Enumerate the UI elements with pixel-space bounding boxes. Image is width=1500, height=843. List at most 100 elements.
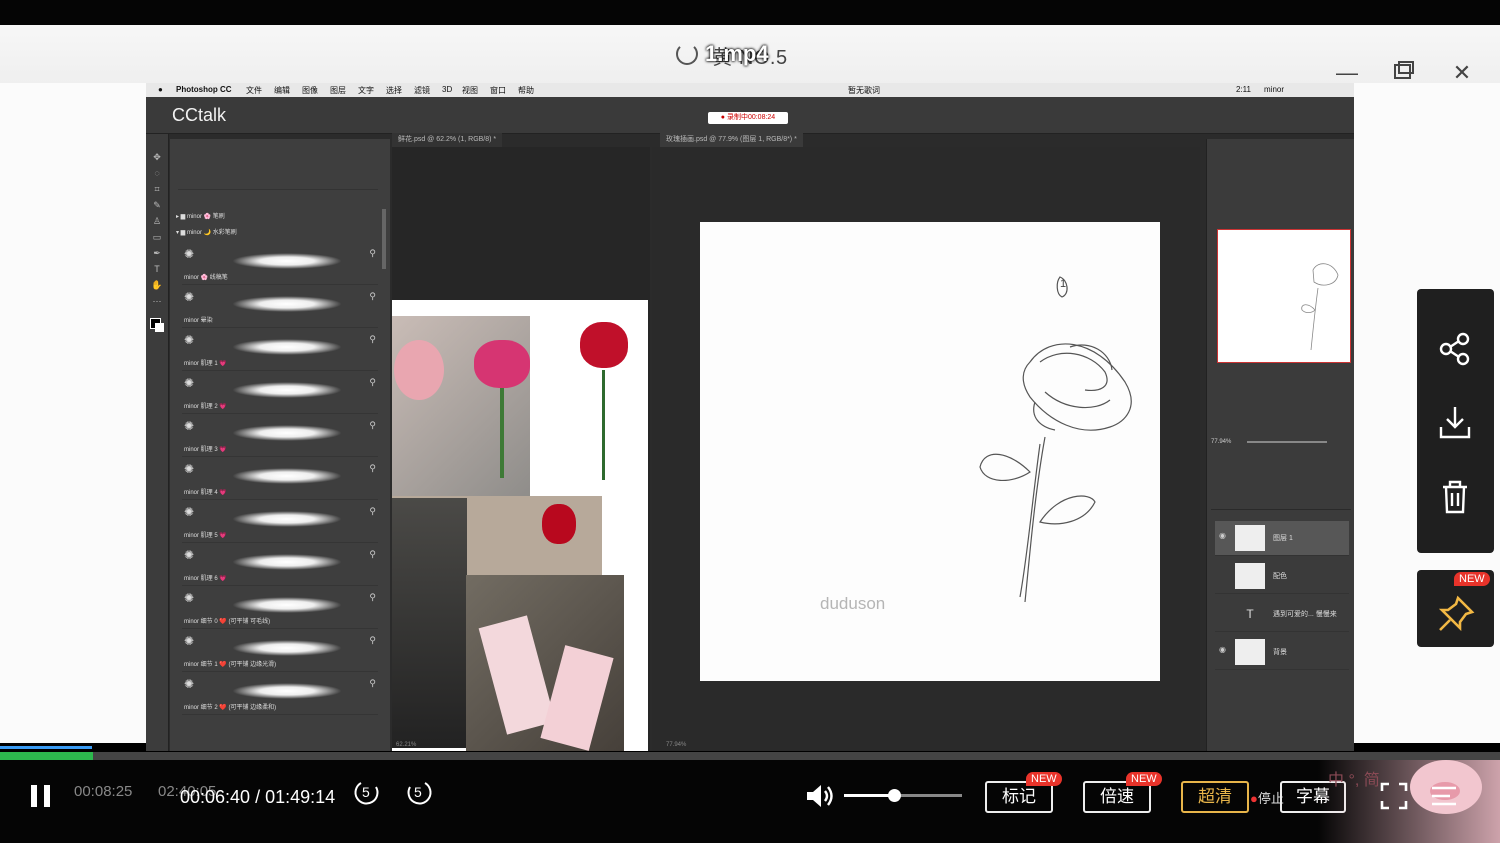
layer-name: 图层 1	[1273, 535, 1293, 542]
speed-label: 倍速	[1100, 787, 1134, 806]
brush-tip-icon: ✺	[184, 591, 195, 605]
more-tools-icon: ⋯	[152, 296, 162, 306]
quality-label: 超清	[1198, 787, 1232, 806]
ref-photo	[542, 504, 576, 544]
progress-bar[interactable]	[0, 746, 1500, 760]
layer-row[interactable]: 配色	[1215, 559, 1349, 594]
delete-button[interactable]	[1435, 477, 1475, 517]
brush-name: minor 肌理 1 💗	[184, 361, 227, 367]
visibility-eye-icon[interactable]: ◉	[1219, 531, 1226, 540]
brush-name: minor 🌸 线稿笔	[184, 275, 228, 281]
video-frame[interactable]: ● Photoshop CC 文件 编辑 图像 图层 文字 选择 滤镜 3D 视…	[146, 83, 1354, 751]
crop-tool-icon: ⌗	[154, 184, 160, 194]
doc-tab-left: 鲜花.psd @ 62.2% (1, RGB/8) *	[392, 133, 503, 147]
brush-preset[interactable]: ✺ ⚲ minor 肌理 1 💗	[182, 329, 378, 371]
brush-name: minor 肌理 2 💗	[184, 404, 227, 410]
rewind-5-button[interactable]: 5	[352, 778, 382, 813]
playlist-icon	[1432, 786, 1456, 806]
playlist-button[interactable]	[1430, 784, 1458, 813]
brush-stroke-preview	[232, 640, 342, 656]
pin-button[interactable]: NEW	[1417, 570, 1494, 647]
new-badge: NEW	[1126, 772, 1162, 786]
navigator-zoom-slider[interactable]	[1247, 441, 1327, 443]
menu-item: 文件	[246, 86, 262, 95]
brush-name: minor 肌理 4 💗	[184, 490, 227, 496]
menu-item: 滤镜	[414, 86, 430, 95]
rose-sketch	[979, 276, 1132, 603]
download-icon	[1439, 407, 1471, 439]
layer-row[interactable]: ◉ 图层 1	[1215, 521, 1349, 556]
close-button[interactable]: ✕	[1450, 61, 1474, 85]
brush-stroke-preview	[232, 468, 342, 484]
brush-preset[interactable]: ✺ ⚲ minor 晕染	[182, 286, 378, 328]
menu-item: 帮助	[518, 86, 534, 95]
brush-group: ▾ ▆ minor 🌙 水彩笔刷	[176, 230, 237, 236]
player-controls: 00:08:25 02:40:05 00:06:40 / 01:49:14 5 …	[0, 760, 1500, 843]
apple-icon: ●	[158, 85, 163, 94]
layer-row[interactable]: ◉ 背景	[1215, 635, 1349, 670]
brush-preset[interactable]: ✺ ⚲ minor 肌理 6 💗	[182, 544, 378, 586]
brush-pin-icon: ⚲	[369, 248, 376, 258]
download-button[interactable]	[1435, 403, 1475, 443]
fullscreen-button[interactable]	[1380, 782, 1408, 815]
brush-preset[interactable]: ✺ ⚲ minor 肌理 3 💗	[182, 415, 378, 457]
menu-item: 选择	[386, 86, 402, 95]
brush-panel: ▸ ▆ minor 🌸 笔刷 ▾ ▆ minor 🌙 水彩笔刷 ✺ ⚲ minor …	[170, 139, 390, 751]
video-letterbox-left	[0, 83, 146, 743]
ime-text: 中 °, 简	[1328, 772, 1380, 789]
volume-button[interactable]	[804, 782, 836, 815]
navigator-zoom: 77.94%	[1211, 439, 1232, 445]
brush-tip-icon: ✺	[184, 376, 195, 390]
progress-played	[0, 746, 92, 749]
brush-pin-icon: ⚲	[369, 377, 376, 387]
menubar-app-name: Photoshop CC	[176, 85, 232, 94]
color-swatch-bg	[155, 323, 164, 332]
ps-status-left: 62.21%	[396, 742, 417, 748]
volume-knob[interactable]	[887, 789, 901, 802]
restore-icon	[1394, 61, 1414, 79]
brush-scrollbar[interactable]	[382, 209, 386, 269]
menubar-user: minor	[1264, 85, 1285, 94]
volume-slider[interactable]	[844, 789, 962, 802]
brush-preset[interactable]: ✺ ⚲ minor 细节 2 ❤️ (可平铺 边缘柔和)	[182, 673, 378, 715]
brush-preset[interactable]: ✺ ⚲ minor 肌理 5 💗	[182, 501, 378, 543]
brush-preset[interactable]: ✺ ⚲ minor 肌理 2 💗	[182, 372, 378, 414]
brush-tip-icon: ✺	[184, 290, 195, 304]
visibility-eye-icon[interactable]: ◉	[1219, 645, 1226, 654]
window-title-text: 1.mp4	[705, 41, 769, 66]
layer-thumbnail	[1235, 563, 1265, 589]
brush-tip-icon: ✺	[184, 677, 195, 691]
menu-item: 3D	[442, 85, 453, 94]
forward-5-button[interactable]: 5	[404, 778, 434, 813]
stop-fragment: ●停止	[1250, 791, 1284, 806]
brush-preset[interactable]: ✺ ⚲ minor 细节 0 ❤️ (可平铺 可毛线)	[182, 587, 378, 629]
navigator-thumbnail[interactable]	[1217, 229, 1351, 363]
recording-badge: ● 录制中00:08:24	[708, 112, 788, 124]
floating-action-panel	[1417, 289, 1494, 553]
pause-button[interactable]	[28, 782, 54, 815]
brush-preset[interactable]: ✺ ⚲ minor 细节 1 ❤️ (可平铺 边缘光滑)	[182, 630, 378, 672]
brush-stroke-preview	[232, 382, 342, 398]
brush-stroke-preview	[232, 339, 342, 355]
restore-button[interactable]	[1392, 61, 1416, 85]
menu-item: 视图	[462, 86, 478, 95]
new-badge: NEW	[1454, 572, 1490, 586]
top-strip	[0, 0, 1500, 25]
brush-pin-icon: ⚲	[369, 463, 376, 473]
brush-pin-icon: ⚲	[369, 678, 376, 688]
drawing-canvas[interactable]: 1 duduson	[700, 222, 1160, 681]
layer-row[interactable]: T 遇到可爱的... 慢慢来	[1215, 597, 1349, 632]
share-button[interactable]	[1435, 329, 1475, 369]
brush-tip-icon: ✺	[184, 419, 195, 433]
menu-item: 文字	[358, 86, 374, 95]
progress-buffered	[0, 752, 93, 760]
minimize-button[interactable]: —	[1335, 61, 1359, 85]
brush-preset[interactable]: ✺ ⚲ minor 肌理 4 💗	[182, 458, 378, 500]
eraser-tool-icon: ▭	[152, 232, 162, 242]
ref-photo	[394, 340, 444, 400]
layers-toolbar	[1211, 469, 1351, 510]
pen-tool-icon: ✒	[153, 248, 161, 258]
quality-button[interactable]: 超清	[1181, 781, 1249, 813]
brush-preset[interactable]: ✺ ⚲ minor 🌸 线稿笔	[182, 243, 378, 285]
canvas-annotation-number: 1	[1060, 278, 1067, 290]
